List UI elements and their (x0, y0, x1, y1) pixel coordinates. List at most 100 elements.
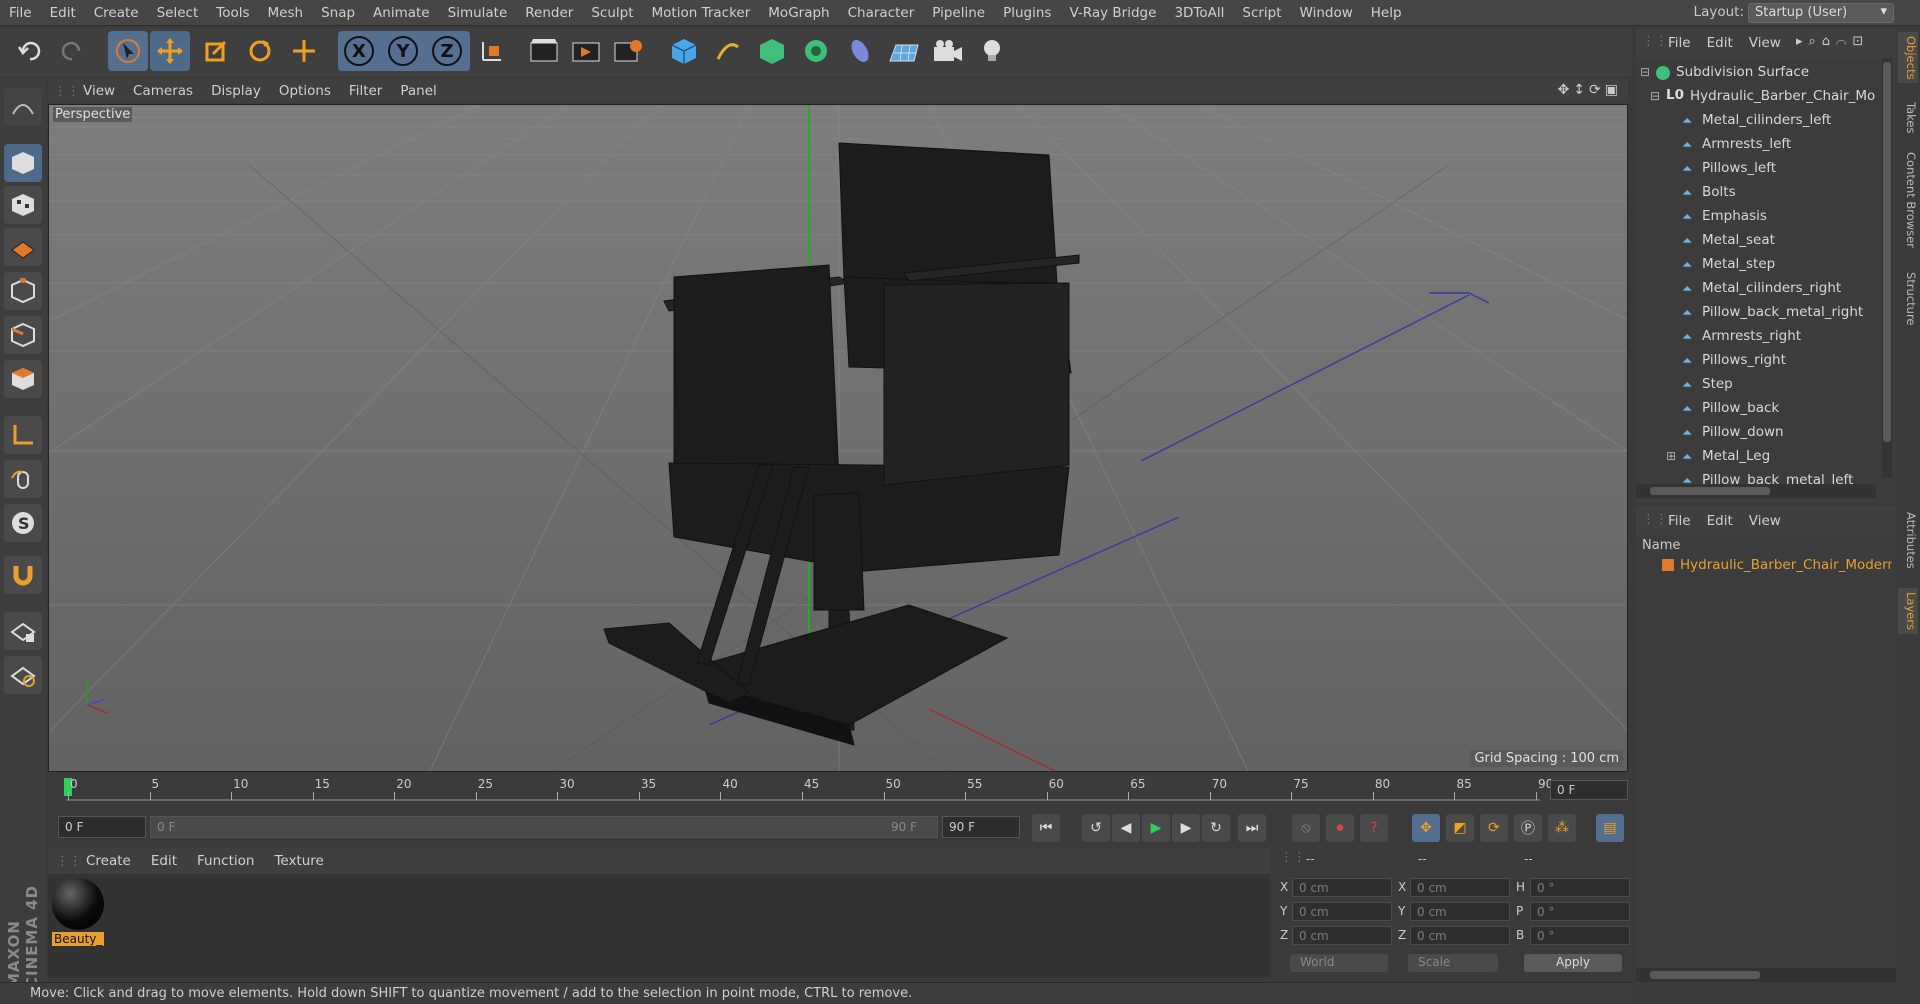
menu-motion-tracker[interactable]: Motion Tracker (643, 5, 760, 21)
render-to-picture-viewer-icon[interactable] (566, 31, 606, 71)
object-row[interactable]: ⏶ Metal_cilinders_right (1636, 278, 1876, 302)
transform-icon[interactable] (284, 31, 324, 71)
key-scale-icon[interactable]: ◩ (1446, 814, 1474, 842)
x-axis-lock-icon[interactable]: X (340, 31, 378, 71)
object-menu-view[interactable]: View (1741, 35, 1789, 51)
key-parameter-icon[interactable]: Ⓟ (1514, 814, 1542, 842)
menu-mesh[interactable]: Mesh (259, 5, 313, 21)
material-menu-texture[interactable]: Texture (264, 853, 333, 869)
object-mode-icon[interactable] (4, 144, 42, 182)
polygons-mode-icon[interactable] (4, 360, 42, 398)
rotate-icon[interactable] (240, 31, 280, 71)
layer-horizontal-scrollbar[interactable] (1636, 968, 1896, 982)
tab-objects[interactable]: Objects (1898, 32, 1918, 84)
tree-expand-icon[interactable]: ⊞ (1666, 449, 1676, 463)
viewport-menu-options[interactable]: Options (270, 83, 340, 99)
menu-help[interactable]: Help (1362, 5, 1411, 21)
material-menu-create[interactable]: Create (76, 853, 141, 869)
layer-row[interactable]: Hydraulic_Barber_Chair_Modern_E (1636, 556, 1892, 576)
object-row[interactable]: ⏶ Pillow_back_metal_right (1636, 302, 1876, 326)
tab-layers[interactable]: Layers (1898, 588, 1918, 635)
material-menu-edit[interactable]: Edit (141, 853, 187, 869)
pos-z-field[interactable]: 0 cm (1292, 926, 1392, 945)
start-frame-field[interactable]: 0 F (58, 816, 146, 838)
menu-plugins[interactable]: Plugins (994, 5, 1060, 21)
object-row[interactable]: ⏶ Armrests_left (1636, 134, 1876, 158)
pen-spline-icon[interactable] (708, 31, 748, 71)
current-frame-field[interactable]: 0 F (1550, 780, 1628, 800)
object-manager-tools-icons[interactable]: ▸⌕⌂⌒⊡ (1796, 34, 1869, 49)
object-row[interactable]: ⏶ Metal_cilinders_left (1636, 110, 1876, 134)
layer-menu-edit[interactable]: Edit (1699, 513, 1741, 529)
tab-takes[interactable]: Takes (1898, 98, 1918, 138)
object-vertical-scrollbar[interactable] (1882, 58, 1892, 478)
menu-3dtoall[interactable]: 3DToAll (1165, 5, 1233, 21)
object-row-subdivision-surface[interactable]: ⊟ Subdivision Surface (1636, 62, 1876, 86)
key-rotation-icon[interactable]: ⟳ (1480, 814, 1508, 842)
move-icon[interactable] (150, 31, 190, 71)
menu-tools[interactable]: Tools (207, 5, 258, 21)
material-menu-function[interactable]: Function (187, 853, 264, 869)
menu-render[interactable]: Render (516, 5, 582, 21)
frame-range-slider[interactable]: 0 F 90 F (150, 816, 938, 838)
autokey-icon[interactable]: ? (1360, 814, 1388, 842)
menu-animate[interactable]: Animate (364, 5, 439, 21)
object-row[interactable]: ⏶ Metal_Leg ⊞ (1636, 446, 1876, 470)
object-row[interactable]: ⏶ Armrests_right (1636, 326, 1876, 350)
render-settings-icon[interactable] (608, 31, 648, 71)
coordinate-system-icon[interactable] (472, 31, 512, 71)
layout-select[interactable]: Startup (User) (1748, 3, 1894, 23)
object-row[interactable]: ⏶ Pillow_back (1636, 398, 1876, 422)
pos-y-field[interactable]: 0 cm (1292, 902, 1392, 921)
timeline-ruler[interactable]: 0 5 10 15 20 25 30 35 40 45 50 55 60 65 70 75 80 85 90 (48, 776, 1628, 804)
edges-mode-icon[interactable] (4, 316, 42, 354)
object-row[interactable]: ⏶ Emphasis (1636, 206, 1876, 230)
object-row-chair-model[interactable]: ⊟ L0 Hydraulic_Barber_Chair_Mode (1636, 86, 1876, 110)
floor-icon[interactable] (884, 31, 924, 71)
previous-key-icon[interactable]: ↺ (1082, 814, 1110, 842)
viewport-menu-view[interactable]: View (74, 83, 124, 99)
layer-color-swatch[interactable] (1662, 559, 1674, 571)
tree-collapse-icon[interactable]: ⊟ (1640, 65, 1650, 79)
menu-create[interactable]: Create (85, 5, 148, 21)
layer-menu-view[interactable]: View (1741, 513, 1789, 529)
object-row[interactable]: ⏶ Metal_seat (1636, 230, 1876, 254)
scale-icon[interactable] (196, 31, 236, 71)
light-icon[interactable] (972, 31, 1012, 71)
next-key-icon[interactable]: ↻ (1202, 814, 1230, 842)
object-row[interactable]: ⏶ Metal_step (1636, 254, 1876, 278)
size-x-field[interactable]: 0 cm (1410, 878, 1510, 897)
object-row[interactable]: ⏶ Step (1636, 374, 1876, 398)
rot-p-field[interactable]: 0 ° (1530, 902, 1630, 921)
menu-select[interactable]: Select (148, 5, 208, 21)
play-icon[interactable]: ▶ (1142, 814, 1170, 842)
previous-frame-icon[interactable]: ◀ (1112, 814, 1140, 842)
coordinate-type-select[interactable]: Scale (1408, 954, 1498, 972)
menu-file[interactable]: File (0, 5, 41, 21)
workplane-mode-icon[interactable] (4, 656, 42, 694)
enable-axis-icon[interactable] (4, 416, 42, 454)
timeline-window-icon[interactable]: ▤ (1596, 814, 1624, 842)
tab-content-browser[interactable]: Content Browser (1898, 148, 1918, 252)
menu-vray-bridge[interactable]: V-Ray Bridge (1060, 5, 1165, 21)
key-position-icon[interactable]: ✥ (1412, 814, 1440, 842)
object-row[interactable]: ⏶ Pillows_left (1636, 158, 1876, 182)
menu-sculpt[interactable]: Sculpt (582, 5, 642, 21)
object-row[interactable]: ⏶ Pillows_right (1636, 350, 1876, 374)
points-mode-icon[interactable] (4, 272, 42, 310)
tab-structure[interactable]: Structure (1898, 268, 1918, 330)
menu-snap[interactable]: Snap (312, 5, 364, 21)
rot-h-field[interactable]: 0 ° (1530, 878, 1630, 897)
generator-icon[interactable] (752, 31, 792, 71)
material-swatch[interactable]: Beauty_ (52, 878, 104, 948)
viewport-menu-panel[interactable]: Panel (391, 83, 445, 99)
undo-icon[interactable] (10, 31, 50, 71)
record-keyframe-icon[interactable]: ⏺ (1326, 814, 1354, 842)
menu-edit[interactable]: Edit (41, 5, 85, 21)
viewport-menu-cameras[interactable]: Cameras (124, 83, 202, 99)
menu-pipeline[interactable]: Pipeline (923, 5, 994, 21)
menu-character[interactable]: Character (839, 5, 924, 21)
size-z-field[interactable]: 0 cm (1410, 926, 1510, 945)
render-view-icon[interactable] (524, 31, 564, 71)
viewport-menu-display[interactable]: Display (202, 83, 270, 99)
